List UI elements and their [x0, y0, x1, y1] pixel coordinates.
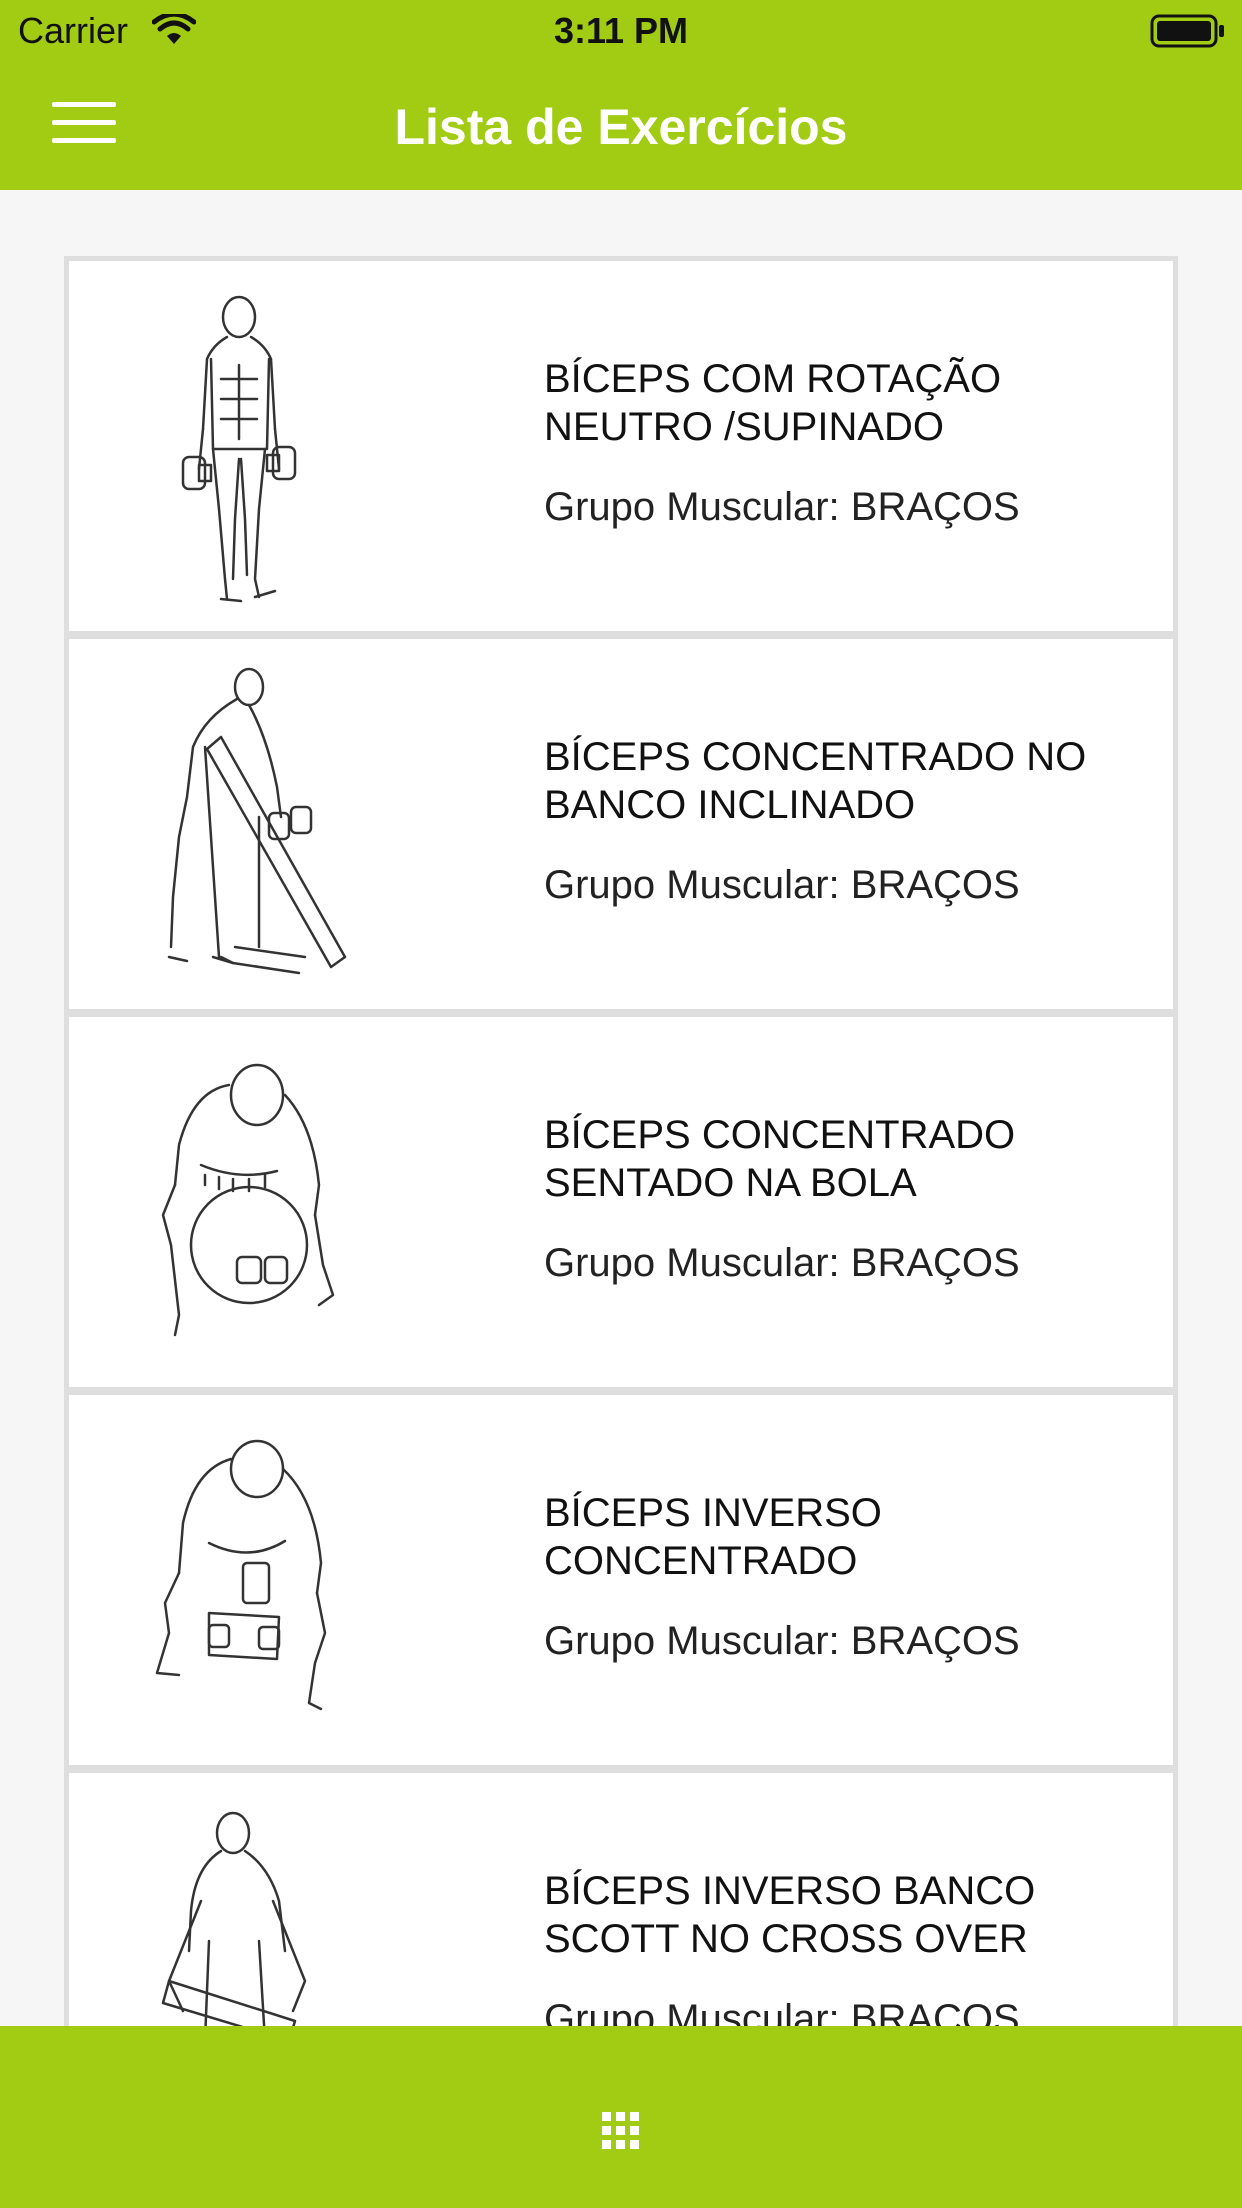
nav-bar: Lista de Exercícios	[0, 62, 1242, 190]
exercise-item[interactable]: BÍCEPS COM ROTAÇÃO NEUTRO /SUPINADO Grup…	[64, 256, 1178, 636]
exercise-item-text: BÍCEPS CONCENTRADO SENTADO NA BOLA Grupo…	[544, 1111, 1144, 1287]
exercise-item-text: BÍCEPS INVERSO BANCO SCOTT NO CROSS OVER…	[544, 1867, 1144, 2026]
exercise-list[interactable]: BÍCEPS COM ROTAÇÃO NEUTRO /SUPINADO Grup…	[64, 256, 1178, 2026]
exercise-title: BÍCEPS CONCENTRADO NO BANCO INCLINADO	[544, 735, 1087, 827]
exercise-item[interactable]: BÍCEPS INVERSO BANCO SCOTT NO CROSS OVER…	[64, 1768, 1178, 2026]
app-header: Carrier 3:11 PM Lista de Exercícios	[0, 0, 1242, 190]
exercise-item[interactable]: BÍCEPS CONCENTRADO SENTADO NA BOLA Grupo…	[64, 1012, 1178, 1392]
status-time: 3:11 PM	[553, 10, 689, 51]
page-title: Lista de Exercícios	[394, 99, 848, 155]
exercise-title: BÍCEPS INVERSO CONCENTRADO	[544, 1491, 882, 1583]
exercise-item-text: BÍCEPS CONCENTRADO NO BANCO INCLINADO Gr…	[544, 733, 1144, 909]
battery-icon	[1150, 14, 1224, 48]
ball-concentration-curl-illustration	[161, 1063, 335, 1337]
exercise-item[interactable]: BÍCEPS CONCENTRADO NO BANCO INCLINADO Gr…	[64, 634, 1178, 1014]
exercise-title: BÍCEPS CONCENTRADO SENTADO NA BOLA	[544, 1113, 1016, 1205]
bottom-bar	[0, 2026, 1242, 2208]
grid-icon[interactable]	[602, 2112, 640, 2150]
exercise-group: Grupo Muscular: BRAÇOS	[544, 1619, 1020, 1663]
exercise-title: BÍCEPS INVERSO BANCO SCOTT NO CROSS OVER	[544, 1869, 1036, 1961]
reverse-concentration-curl-illustration	[155, 1439, 327, 1711]
exercise-title: BÍCEPS COM ROTAÇÃO NEUTRO /SUPINADO	[544, 357, 1002, 449]
exercise-group: Grupo Muscular: BRAÇOS	[544, 485, 1020, 529]
exercise-item-text: BÍCEPS INVERSO CONCENTRADO Grupo Muscula…	[544, 1489, 1144, 1665]
exercise-group: Grupo Muscular: BRAÇOS	[544, 1997, 1020, 2026]
standing-dumbbell-curl-illustration	[181, 295, 297, 603]
exercise-item-text: BÍCEPS COM ROTAÇÃO NEUTRO /SUPINADO Grup…	[544, 355, 1144, 531]
exercise-item[interactable]: BÍCEPS INVERSO CONCENTRADO Grupo Muscula…	[64, 1390, 1178, 1770]
scott-bench-cable-curl-illustration	[161, 1811, 307, 2026]
incline-bench-curl-illustration	[167, 667, 347, 975]
status-bar: Carrier 3:11 PM	[0, 0, 1242, 62]
exercise-group: Grupo Muscular: BRAÇOS	[544, 1241, 1020, 1285]
exercise-group: Grupo Muscular: BRAÇOS	[544, 863, 1020, 907]
